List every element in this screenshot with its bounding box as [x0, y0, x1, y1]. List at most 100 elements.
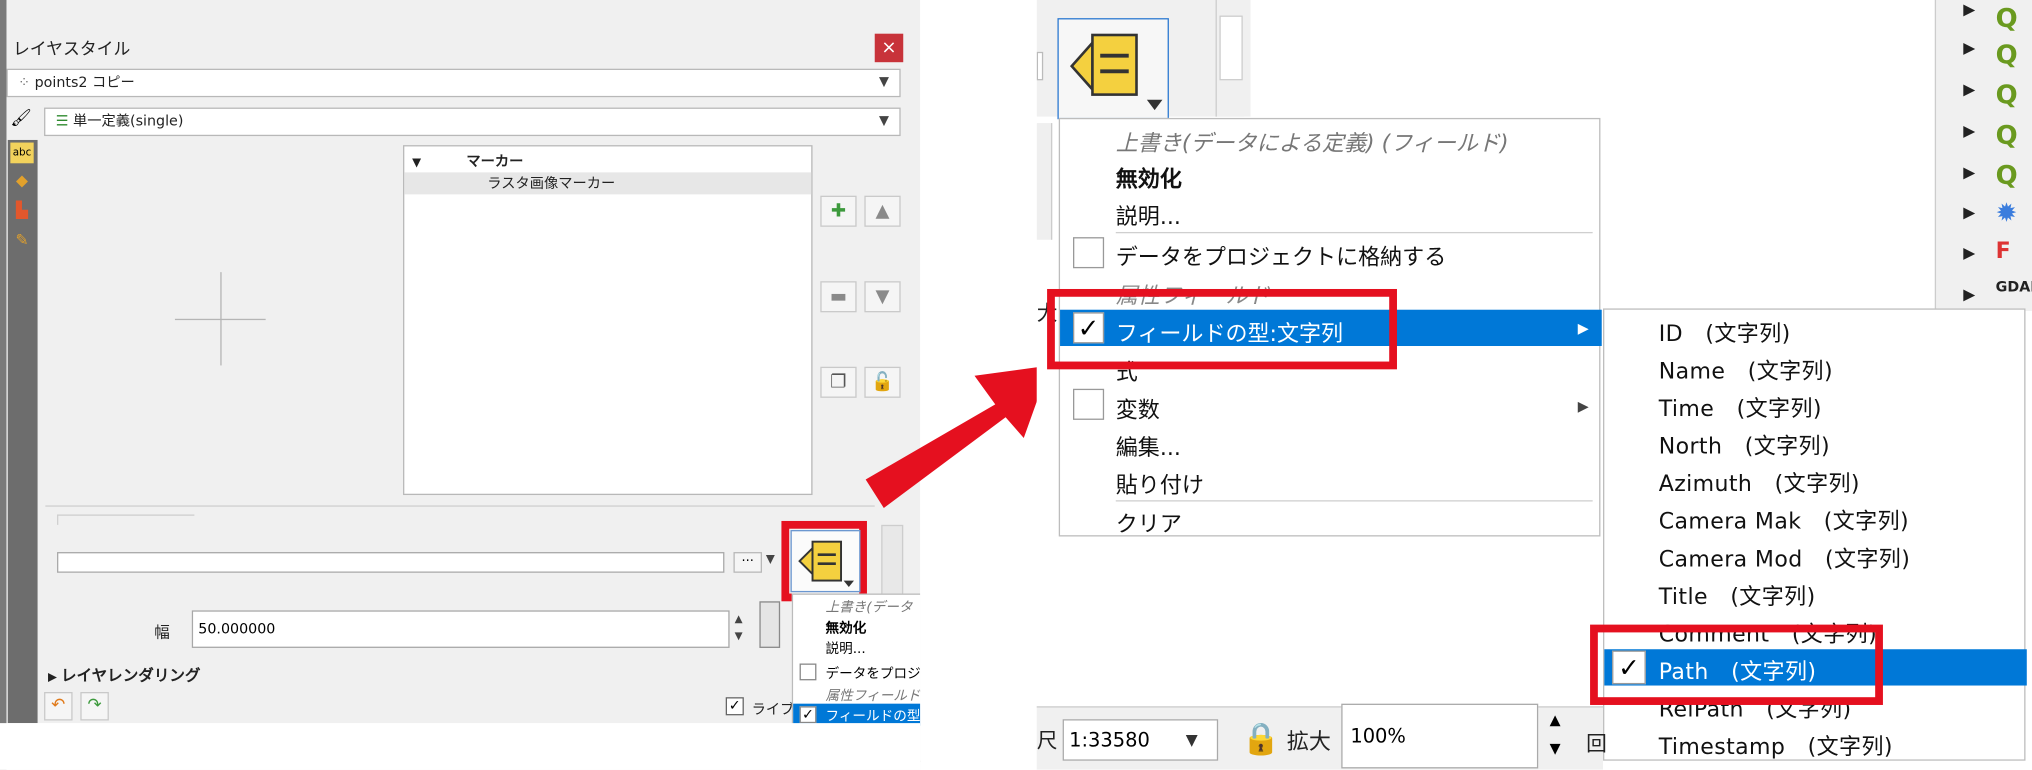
left-edge-strip [0, 0, 7, 770]
separator [1115, 500, 1593, 502]
unit-button[interactable] [759, 601, 781, 648]
divider [45, 505, 875, 507]
qgis-icon: Q [1995, 119, 2018, 151]
submenu-arrow-icon: ▶ [1577, 397, 1589, 415]
width-spinbox[interactable]: 50.000000 [191, 610, 730, 648]
chevron-down-icon[interactable]: ▼ [766, 553, 775, 566]
qgis-icon: Q [1995, 38, 2018, 70]
triangle-down-icon: ▼ [412, 156, 422, 170]
menu-item-paste[interactable]: 貼り付け [1116, 467, 1204, 499]
paint-icon[interactable]: ✎ [10, 231, 33, 252]
tree-row-marker[interactable]: ▼ マーカー [412, 150, 523, 171]
triangle-right-icon: ▶ [47, 671, 61, 685]
submenu-item-name[interactable]: Name (文字列) [1659, 352, 1833, 385]
qgis-icon: Q [1995, 2, 2018, 34]
move-down-button[interactable]: ▼ [864, 281, 901, 313]
rotation-label: 回 [1586, 730, 1607, 756]
qgis-icon: Q [1995, 79, 2018, 111]
menu-item-variable[interactable]: 変数 [1116, 391, 1160, 424]
zoom-spin-arrows[interactable]: ▲ ▼ [1540, 706, 1571, 768]
add-layer-button[interactable]: ✚ [820, 195, 857, 227]
zoom-label: 拡大 [1286, 729, 1331, 756]
edge-button[interactable] [1036, 51, 1044, 81]
scrollbar[interactable] [1215, 0, 1245, 117]
expand-arrow[interactable]: ▶ [1963, 244, 1975, 262]
close-button[interactable]: × [874, 33, 904, 63]
submenu-arrow-icon: ▶ [1577, 320, 1589, 337]
variable-checkbox[interactable] [1073, 388, 1105, 420]
points-icon: ⁘ [18, 73, 35, 91]
mini-item-describe[interactable]: 説明... [825, 639, 865, 658]
chevron-down-icon: ▼ [1185, 730, 1198, 750]
scale-value: 1:33580 [1069, 728, 1150, 752]
side-panel [1036, 123, 1053, 240]
mini-fieldtype-checkbox[interactable]: ✓ [799, 706, 817, 724]
width-label: 幅 [154, 623, 170, 642]
zoom-spinbox[interactable]: 100% [1341, 703, 1539, 769]
data-defined-override-button-zoomed[interactable] [1057, 18, 1169, 120]
lock-icon[interactable]: 🔒 [1241, 721, 1280, 757]
arrow-to-menu [865, 365, 1050, 508]
data-defined-icon [798, 540, 854, 588]
menu-item-store-project[interactable]: データをプロジェクトに格納する [1116, 238, 1446, 271]
expand-arrow[interactable]: ▶ [1963, 80, 1975, 98]
mini-item-disable[interactable]: 無効化 [825, 618, 866, 637]
mini-item-override[interactable]: 上書き(データ [825, 597, 912, 616]
layer-combo[interactable]: ⁘ points2 コピー ▼ [6, 68, 901, 98]
renderer-combo[interactable]: ☰ 単一定義(single) ▼ [44, 107, 901, 137]
layer-rendering-toggle[interactable]: ▶ レイヤレンダリング [48, 664, 201, 686]
expand-arrow[interactable]: ▶ [1963, 285, 1975, 303]
image-path-input[interactable] [57, 552, 725, 573]
scale-combo[interactable]: 1:33580 ▼ [1062, 719, 1219, 761]
submenu-item-camera-make[interactable]: Camera Mak (文字列) [1659, 503, 1909, 535]
diagram-icon[interactable]: ▙ [10, 201, 33, 222]
dialog-title: レイヤスタイル [12, 40, 131, 60]
renderer-combo-value: 単一定義(single) [73, 112, 184, 130]
submenu-item-timestamp[interactable]: Timestamp (文字列) [1659, 728, 1893, 761]
expand-arrow[interactable]: ▶ [1963, 39, 1975, 57]
live-update-checkbox[interactable]: ✓ [725, 697, 744, 716]
menu-item-clear[interactable]: クリア [1116, 505, 1182, 538]
move-up-button[interactable]: ▲ [864, 195, 901, 227]
submenu-item-camera-model[interactable]: Camera Mod (文字列) [1659, 540, 1910, 573]
chevron-down-icon: ▼ [879, 75, 889, 90]
expand-arrow[interactable]: ▶ [1963, 122, 1975, 140]
submenu-item-title[interactable]: Title (文字列) [1659, 578, 1816, 610]
highlight-box-path [1590, 624, 1883, 705]
mini-item-attribute: 属性フィールド [825, 688, 921, 704]
remove-layer-button[interactable]: ▬ [820, 281, 857, 313]
submenu-item-north[interactable]: North (文字列) [1659, 428, 1830, 460]
duplicate-button[interactable]: ❐ [820, 366, 857, 398]
submenu-item-time[interactable]: Time (文字列) [1659, 390, 1822, 423]
mini-item-store[interactable]: データをプロジェ [825, 664, 920, 683]
expand-arrow[interactable]: ▶ [1963, 203, 1975, 221]
browse-button[interactable]: ··· [733, 552, 762, 573]
menu-item-edit[interactable]: 編集... [1116, 429, 1181, 461]
menu-item-override[interactable]: 上書き(データによる定義) (フィールド) [1116, 124, 1509, 157]
live-update-label: ライブ [751, 701, 795, 718]
expand-arrow[interactable]: ▶ [1963, 0, 1975, 18]
separator [1115, 231, 1593, 234]
spin-arrows[interactable]: ▲ ▼ [730, 610, 748, 648]
symbol-layer-tree[interactable]: ▼ マーカー ラスタ画像マーカー [403, 145, 813, 496]
3d-box-icon[interactable]: ◆ [10, 171, 33, 192]
mini-store-checkbox[interactable] [799, 663, 817, 681]
scroll-thumb[interactable] [1219, 15, 1243, 81]
undo-button[interactable]: ↶ [44, 692, 73, 721]
tree-row-raster-marker[interactable]: ラスタ画像マーカー [404, 172, 812, 195]
redo-button[interactable]: ↷ [80, 692, 109, 721]
gear-icon: ✹ [1995, 196, 2018, 229]
expand-arrow[interactable]: ▶ [1963, 163, 1975, 181]
highlight-box-field-type [1047, 288, 1397, 370]
symbol-preview [45, 142, 396, 499]
submenu-item-azimuth[interactable]: Azimuth (文字列) [1659, 465, 1860, 498]
submenu-item-id[interactable]: ID (文字列) [1659, 315, 1791, 347]
menu-item-describe[interactable]: 説明... [1116, 198, 1181, 231]
scrollbar[interactable] [881, 524, 904, 597]
store-project-checkbox[interactable] [1073, 237, 1105, 269]
data-defined-override-button[interactable] [790, 530, 861, 593]
menu-item-disable[interactable]: 無効化 [1116, 161, 1182, 193]
label-abc-icon[interactable]: abc [10, 142, 34, 164]
brush-icon[interactable]: 🖌 [10, 109, 36, 132]
qgis-icon: Q [1995, 159, 2018, 191]
